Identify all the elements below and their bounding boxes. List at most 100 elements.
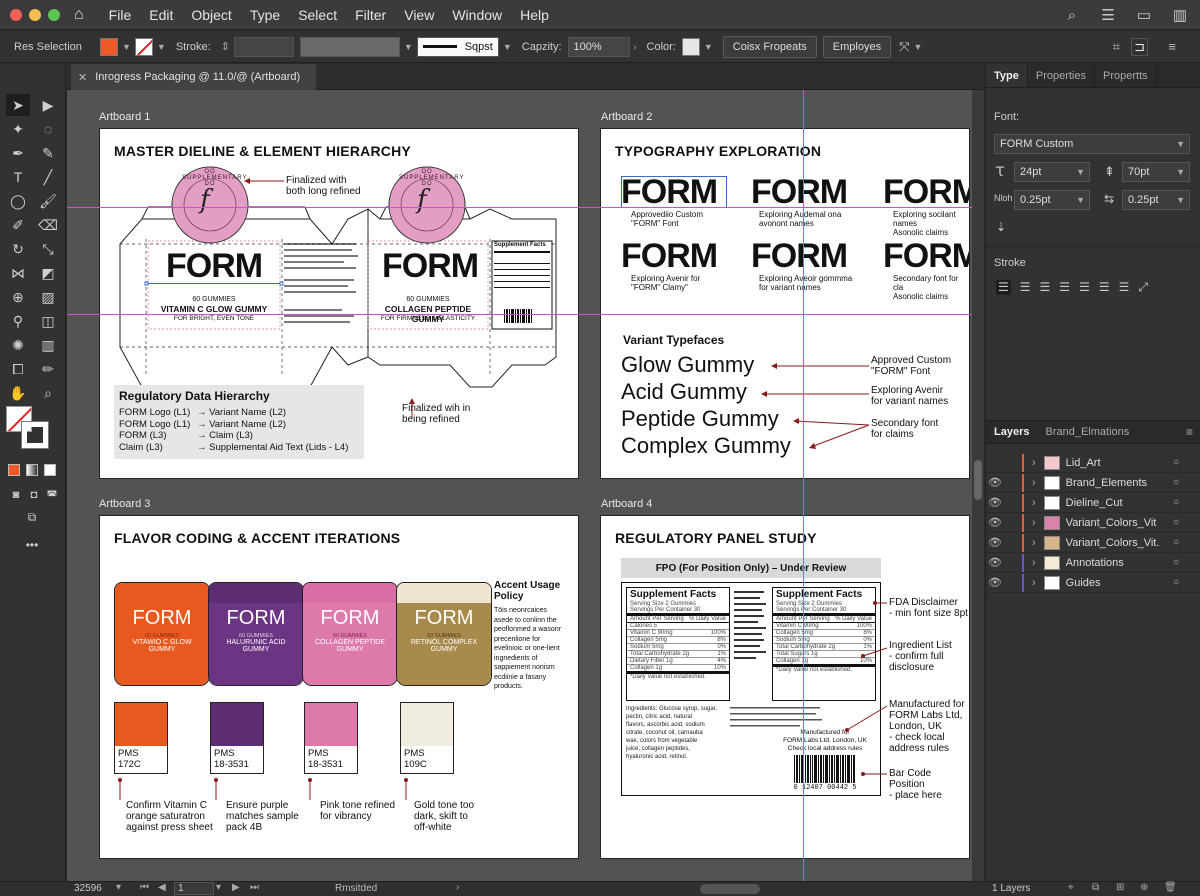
layer-name[interactable]: Lid_Art [1066, 457, 1101, 469]
tab-properties[interactable]: Properties [1028, 64, 1095, 87]
delete-layer-icon[interactable]: 🗑 [1164, 882, 1177, 893]
eye-icon[interactable]: 👁 [986, 496, 1004, 509]
new-layer-icon[interactable]: ⊕ [1140, 882, 1148, 893]
search-icon[interactable]: ⌕ [1062, 5, 1082, 25]
target-icon[interactable]: ○ [1173, 477, 1179, 488]
font-family-select[interactable]: FORM Custom ▼ [994, 134, 1190, 154]
artboard-4[interactable]: REGULATORY PANEL STUDY FPO (For Position… [600, 515, 970, 859]
artboard-2-label[interactable]: Artboard 2 [601, 111, 652, 123]
ellipse-tool-icon[interactable]: ◯ [6, 190, 30, 212]
justify-left-icon[interactable]: ☰ [1059, 280, 1070, 295]
color-mode-icon[interactable] [8, 464, 20, 476]
layer-row[interactable]: 👁 › Dieline_Cut ○ [986, 493, 1200, 513]
close-icon[interactable]: ✕ [78, 71, 87, 84]
artboard-1[interactable]: MASTER DIELINE & ELEMENT HIERARCHY OO SU… [99, 128, 579, 479]
screen-mode-icon[interactable]: ⧉ [20, 506, 44, 528]
menu-type[interactable]: Type [241, 7, 289, 23]
justify-center-icon[interactable]: ☰ [1079, 280, 1090, 295]
artboard-3-label[interactable]: Artboard 3 [99, 498, 150, 510]
font-size-input[interactable]: 24pt ▼ [1014, 162, 1090, 182]
tab-brand-elements[interactable]: Brand_Elmations [1037, 426, 1137, 438]
align-right-icon[interactable]: ☰ [1040, 280, 1051, 295]
shaper-tool-icon[interactable]: ✐ [6, 214, 30, 236]
eye-icon[interactable]: 👁 [986, 516, 1004, 529]
draw-inside-icon[interactable]: ◚ [40, 484, 64, 506]
stroke-style-select[interactable]: Sqpst [416, 36, 499, 57]
menu-object[interactable]: Object [182, 7, 240, 23]
vertical-scale-icon[interactable]: ⇣ [996, 220, 1006, 234]
chevron-down-icon[interactable]: ▼ [1076, 167, 1085, 177]
chevron-down-icon[interactable]: ▼ [1176, 195, 1185, 205]
align-center-icon[interactable]: ☰ [1020, 280, 1031, 295]
width-tool-icon[interactable]: ⋈ [6, 262, 30, 284]
layer-row[interactable]: › Lid_Art ○ [986, 453, 1200, 473]
target-icon[interactable]: ○ [1173, 537, 1179, 548]
menu-filter[interactable]: Filter [346, 7, 395, 23]
artboard-number-input[interactable]: 1 [174, 882, 214, 895]
chevron-down-icon[interactable]: ▼ [704, 42, 713, 52]
target-icon[interactable]: ○ [1173, 497, 1179, 508]
layer-name[interactable]: Dieline_Cut [1066, 497, 1123, 509]
layer-name[interactable]: Variant_Colors_Vit [1066, 517, 1157, 529]
maximize-window-button[interactable] [48, 8, 60, 21]
chevron-down-icon[interactable]: ▼ [1176, 139, 1185, 149]
capacity-input[interactable]: 100% [567, 36, 630, 57]
horizontal-guide[interactable] [67, 314, 972, 315]
clipping-mask-icon[interactable]: ⧉ [1092, 882, 1099, 893]
layer-row[interactable]: 👁 › Guides ○ [986, 573, 1200, 593]
stroke-weight-input[interactable] [233, 36, 294, 57]
eye-icon[interactable]: 👁 [986, 556, 1004, 569]
chevron-down-icon[interactable]: ▾ [116, 882, 121, 893]
line-tool-icon[interactable]: ╱ [36, 166, 60, 188]
artboard-3[interactable]: FLAVOR CODING & ACCENT ITERATIONS FORM 6… [99, 515, 579, 859]
menu-icon[interactable]: ≡ [1168, 39, 1176, 54]
menu-file[interactable]: File [100, 7, 141, 23]
chevron-down-icon[interactable]: ▼ [1076, 195, 1085, 205]
stepper-icon[interactable]: ⇕ [221, 40, 230, 53]
chevron-down-icon[interactable]: ▼ [122, 42, 131, 52]
layer-name[interactable]: Brand_Elements [1066, 477, 1147, 489]
magic-wand-tool-icon[interactable]: ✦ [6, 118, 30, 140]
target-icon[interactable]: ○ [1173, 517, 1179, 528]
vertical-guide[interactable] [803, 90, 804, 881]
isolate-icon[interactable]: ⊐ [1131, 37, 1148, 56]
stroke-swatch[interactable] [134, 37, 153, 56]
color-swatch[interactable] [681, 37, 700, 56]
shape-builder-tool-icon[interactable]: ⊕ [6, 286, 30, 308]
chevron-right-icon[interactable]: › [1032, 457, 1036, 469]
align-left-icon[interactable]: ☰ [996, 280, 1011, 295]
eye-icon[interactable]: 👁 [986, 536, 1004, 549]
layer-name[interactable]: Annotations [1066, 557, 1124, 569]
gradient-tool-icon[interactable]: ▨ [36, 286, 60, 308]
zoom-level[interactable]: 32596 [74, 883, 102, 894]
employes-button[interactable]: Employes [822, 35, 892, 58]
chevron-down-icon[interactable]: ▼ [404, 42, 413, 52]
horizontal-guide[interactable] [67, 207, 972, 208]
artboard-4-label[interactable]: Artboard 4 [601, 498, 652, 510]
stroke-indicator[interactable] [21, 421, 49, 449]
locate-object-icon[interactable]: ⌖ [1068, 882, 1074, 893]
eye-icon[interactable]: 👁 [986, 476, 1004, 489]
menu-edit[interactable]: Edit [140, 7, 182, 23]
rotate-tool-icon[interactable]: ↻ [6, 238, 30, 260]
chevron-right-icon[interactable]: › [1032, 517, 1036, 529]
first-artboard-icon[interactable]: ⏮ [140, 882, 149, 893]
chevron-right-icon[interactable]: › [1032, 497, 1036, 509]
home-icon[interactable]: ⌂ [74, 6, 84, 24]
menu-help[interactable]: Help [511, 7, 558, 23]
kerning-input[interactable]: 0.25pt ▼ [1014, 190, 1090, 210]
chevron-right-icon[interactable]: › [1032, 477, 1036, 489]
tracking-input[interactable]: 0.25pt ▼ [1122, 190, 1190, 210]
layer-row[interactable]: 👁 › Variant_Colors_Vit ○ [986, 513, 1200, 533]
more-tools-icon[interactable]: ••• [20, 534, 44, 556]
target-icon[interactable]: ○ [1173, 457, 1179, 468]
scrollbar-thumb[interactable] [974, 460, 982, 500]
symbol-sprayer-tool-icon[interactable]: ✺ [6, 334, 30, 356]
none-mode-icon[interactable] [44, 464, 56, 476]
hand-tool-icon[interactable]: ✋ [6, 382, 30, 404]
layer-name[interactable]: Variant_Colors_Vit. [1066, 537, 1160, 549]
free-transform-tool-icon[interactable]: ◩ [36, 262, 60, 284]
chevron-down-icon[interactable]: ▼ [503, 42, 512, 52]
last-artboard-icon[interactable]: ⏭ [250, 882, 259, 893]
brush-tool-icon[interactable]: 🖌 [36, 190, 60, 212]
